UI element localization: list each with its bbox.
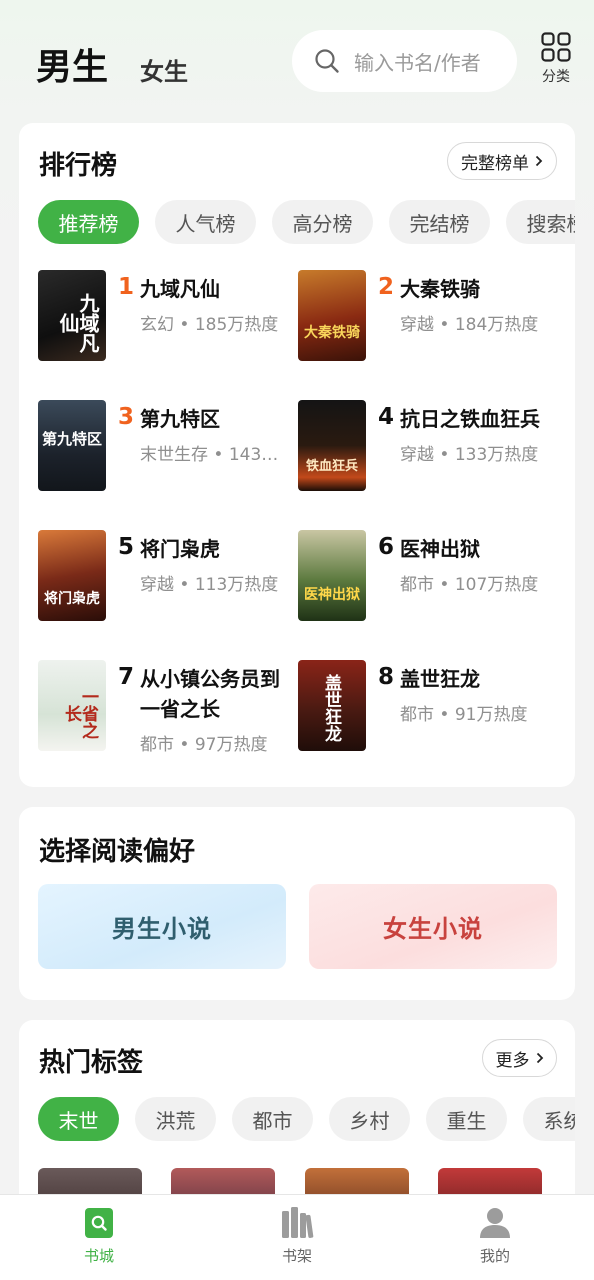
chevron-right-icon xyxy=(535,155,543,167)
tab-female[interactable]: 女生 xyxy=(140,52,188,87)
nav-label: 书城 xyxy=(83,1247,114,1265)
tag-chip[interactable]: 乡村 xyxy=(329,1097,410,1141)
store-search-icon xyxy=(85,1208,113,1238)
ranking-tabs: 推荐榜 人气榜 高分榜 完结榜 搜索榜 xyxy=(38,200,575,244)
book-meta: 穿越 • 113万热度 xyxy=(140,575,279,595)
nav-label: 我的 xyxy=(479,1247,510,1265)
rank-book-item[interactable]: 一省之长 7 从小镇公务员到一省之长 都市 • 97万热度 xyxy=(38,660,298,770)
top-header: 男生 女生 输入书名/作者 分类 xyxy=(0,0,594,118)
hot-tags-title: 热门标签 xyxy=(39,1048,144,1078)
nav-label: 书架 xyxy=(281,1247,312,1265)
preference-card: 选择阅读偏好 男生小说 女生小说 xyxy=(19,807,575,1000)
category-button[interactable]: 分类 xyxy=(538,32,574,86)
category-label: 分类 xyxy=(542,69,570,85)
tab-completed[interactable]: 完结榜 xyxy=(389,200,490,244)
nav-profile[interactable]: 我的 xyxy=(455,1205,535,1266)
rank-number: 1 xyxy=(118,274,135,300)
book-title: 从小镇公务员到一省之长 xyxy=(140,667,280,721)
rank-book-item[interactable]: 第九特区 3 第九特区 末世生存 • 143万热度 xyxy=(38,400,298,495)
female-novel-label: 女生小说 xyxy=(383,914,483,943)
book-cover: 第九特区 xyxy=(38,400,106,491)
rank-number: 7 xyxy=(118,664,135,690)
tab-recommend[interactable]: 推荐榜 xyxy=(38,200,139,244)
book-title: 盖世狂龙 xyxy=(400,667,480,691)
male-novel-label: 男生小说 xyxy=(112,914,212,943)
hot-tags-card: 热门标签 更多 末世 洪荒 都市 乡村 重生 系统 xyxy=(19,1020,575,1220)
full-list-button[interactable]: 完整榜单 xyxy=(447,142,557,180)
tab-search[interactable]: 搜索榜 xyxy=(506,200,575,244)
book-meta: 穿越 • 133万热度 xyxy=(400,445,539,465)
tag-chip[interactable]: 都市 xyxy=(232,1097,313,1141)
tag-chip[interactable]: 系统 xyxy=(523,1097,575,1141)
cover-title: 九域凡仙 xyxy=(56,293,100,353)
cover-title: 一省之长 xyxy=(61,687,98,739)
cover-title: 盖世狂龙 xyxy=(321,674,341,742)
preference-title: 选择阅读偏好 xyxy=(39,837,196,867)
book-title: 医神出狱 xyxy=(400,537,480,561)
bottom-nav: 书城 书架 我的 xyxy=(0,1194,594,1280)
book-meta: 穿越 • 184万热度 xyxy=(400,315,539,335)
tag-chip[interactable]: 末世 xyxy=(38,1097,119,1141)
grid-icon xyxy=(541,32,571,62)
rank-number: 2 xyxy=(378,274,395,300)
cover-title: 医神出狱 xyxy=(304,587,360,603)
book-cover: 医神出狱 xyxy=(298,530,366,621)
book-title: 将门枭虎 xyxy=(140,537,220,561)
ranking-title: 排行榜 xyxy=(39,151,118,181)
book-cover: 大秦铁骑 xyxy=(298,270,366,361)
book-cover: 九域凡仙 xyxy=(38,270,106,361)
rank-number: 4 xyxy=(378,404,395,430)
book-cover: 铁血狂兵 xyxy=(298,400,366,491)
book-meta: 都市 • 91万热度 xyxy=(400,705,528,725)
cover-title: 将门枭虎 xyxy=(44,591,100,607)
bookshelf-icon xyxy=(282,1207,314,1238)
rank-number: 5 xyxy=(118,534,135,560)
book-meta: 都市 • 97万热度 xyxy=(140,735,268,755)
rank-number: 6 xyxy=(378,534,395,560)
rank-book-item[interactable]: 医神出狱 6 医神出狱 都市 • 107万热度 xyxy=(298,530,558,625)
cover-title: 铁血狂兵 xyxy=(305,459,358,474)
tab-popular[interactable]: 人气榜 xyxy=(155,200,256,244)
book-meta: 玄幻 • 185万热度 xyxy=(140,315,279,335)
rank-book-item[interactable]: 九域凡仙 1 九域凡仙 玄幻 • 185万热度 xyxy=(38,270,298,365)
rank-book-item[interactable]: 将门枭虎 5 将门枭虎 穿越 • 113万热度 xyxy=(38,530,298,625)
book-meta: 都市 • 107万热度 xyxy=(400,575,539,595)
chevron-right-icon xyxy=(536,1052,543,1064)
male-novel-tile[interactable]: 男生小说 xyxy=(38,884,286,969)
nav-bookshelf[interactable]: 书架 xyxy=(257,1205,337,1266)
tag-chip[interactable]: 洪荒 xyxy=(135,1097,216,1141)
full-list-label: 完整榜单 xyxy=(461,153,529,174)
book-title: 九域凡仙 xyxy=(140,277,220,301)
tab-male[interactable]: 男生 xyxy=(36,38,108,90)
female-novel-tile[interactable]: 女生小说 xyxy=(309,884,557,969)
tag-chip[interactable]: 重生 xyxy=(426,1097,507,1141)
search-icon xyxy=(315,49,339,73)
book-cover: 盖世狂龙 xyxy=(298,660,366,751)
rank-number: 3 xyxy=(118,404,135,430)
tag-chips: 末世 洪荒 都市 乡村 重生 系统 xyxy=(38,1097,575,1141)
user-icon xyxy=(480,1208,510,1238)
nav-bookstore[interactable]: 书城 xyxy=(59,1205,139,1266)
search-bar[interactable]: 输入书名/作者 xyxy=(292,30,517,92)
book-title: 第九特区 xyxy=(140,407,220,431)
ranking-card: 排行榜 完整榜单 推荐榜 人气榜 高分榜 完结榜 搜索榜 九域凡仙 1 九域凡仙… xyxy=(19,123,575,787)
more-tags-button[interactable]: 更多 xyxy=(482,1039,557,1077)
rank-number: 8 xyxy=(378,664,395,690)
book-title: 抗日之铁血狂兵 xyxy=(400,407,540,431)
cover-title: 第九特区 xyxy=(41,430,102,448)
book-cover: 将门枭虎 xyxy=(38,530,106,621)
book-meta: 末世生存 • 143万热度 xyxy=(140,445,292,465)
book-title: 大秦铁骑 xyxy=(400,277,480,301)
rank-book-item[interactable]: 盖世狂龙 8 盖世狂龙 都市 • 91万热度 xyxy=(298,660,558,755)
more-label: 更多 xyxy=(495,1050,530,1071)
tab-high-score[interactable]: 高分榜 xyxy=(272,200,373,244)
cover-title: 大秦铁骑 xyxy=(304,325,360,341)
rank-book-item[interactable]: 铁血狂兵 4 抗日之铁血狂兵 穿越 • 133万热度 xyxy=(298,400,558,495)
book-cover: 一省之长 xyxy=(38,660,106,751)
rank-book-item[interactable]: 大秦铁骑 2 大秦铁骑 穿越 • 184万热度 xyxy=(298,270,558,365)
search-placeholder: 输入书名/作者 xyxy=(354,50,481,75)
